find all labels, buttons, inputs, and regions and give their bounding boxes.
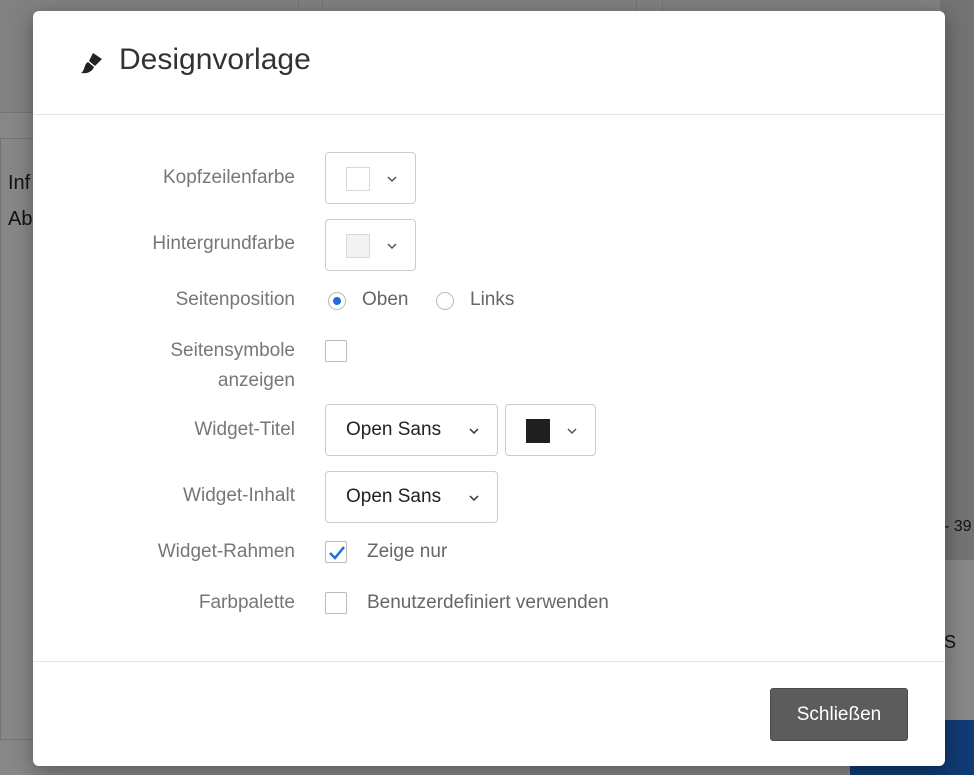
header-color-picker[interactable] bbox=[325, 152, 416, 204]
page-position-top-label[interactable]: Oben bbox=[362, 285, 408, 315]
dialog-footer-divider bbox=[33, 661, 945, 662]
dialog-title: Designvorlage bbox=[119, 43, 311, 76]
page-icons-label-line2: anzeigen bbox=[217, 370, 295, 391]
background-color-label: Hintergrundfarbe bbox=[152, 233, 295, 254]
widget-content-font-select[interactable]: Open Sans bbox=[325, 471, 498, 523]
chevron-down-icon bbox=[469, 428, 479, 435]
chevron-down-icon bbox=[387, 176, 397, 183]
page-icons-checkbox[interactable] bbox=[325, 340, 347, 362]
design-template-dialog: Designvorlage Kopfzeilenfarbe Hintergrun… bbox=[33, 11, 945, 766]
widget-content-font-value: Open Sans bbox=[346, 486, 442, 507]
widget-frame-option-label[interactable]: Zeige nur bbox=[367, 537, 447, 567]
background-color-picker[interactable] bbox=[325, 219, 416, 271]
color-palette-checkbox[interactable] bbox=[325, 592, 347, 614]
close-button[interactable]: Schließen bbox=[770, 688, 908, 741]
chevron-down-icon bbox=[387, 243, 397, 250]
page-position-left-radio[interactable] bbox=[436, 292, 454, 310]
widget-title-label: Widget-Titel bbox=[194, 419, 295, 440]
chevron-down-icon bbox=[567, 428, 577, 435]
checkmark-icon bbox=[329, 546, 345, 560]
page-position-label: Seitenposition bbox=[175, 289, 295, 310]
color-palette-option-label[interactable]: Benutzerdefiniert verwenden bbox=[367, 588, 609, 618]
widget-title-font-select[interactable]: Open Sans bbox=[325, 404, 498, 456]
widget-frame-label: Widget-Rahmen bbox=[157, 541, 295, 562]
widget-content-label: Widget-Inhalt bbox=[183, 485, 295, 506]
widget-title-color-picker[interactable] bbox=[505, 404, 596, 456]
background-color-swatch bbox=[346, 234, 370, 258]
header-color-swatch bbox=[346, 167, 370, 191]
header-color-label: Kopfzeilenfarbe bbox=[162, 167, 295, 188]
page-icons-label-line1: Seitensymbole bbox=[170, 340, 295, 361]
widget-title-font-value: Open Sans bbox=[346, 419, 442, 440]
dialog-header: Designvorlage bbox=[33, 11, 945, 115]
page-position-left-label[interactable]: Links bbox=[470, 285, 514, 315]
page-position-top-radio[interactable] bbox=[328, 292, 346, 310]
chevron-down-icon bbox=[469, 495, 479, 502]
color-palette-label: Farbpalette bbox=[198, 592, 295, 613]
widget-title-color-swatch bbox=[526, 419, 550, 443]
widget-frame-checkbox[interactable] bbox=[325, 541, 347, 563]
brush-icon bbox=[81, 53, 102, 74]
